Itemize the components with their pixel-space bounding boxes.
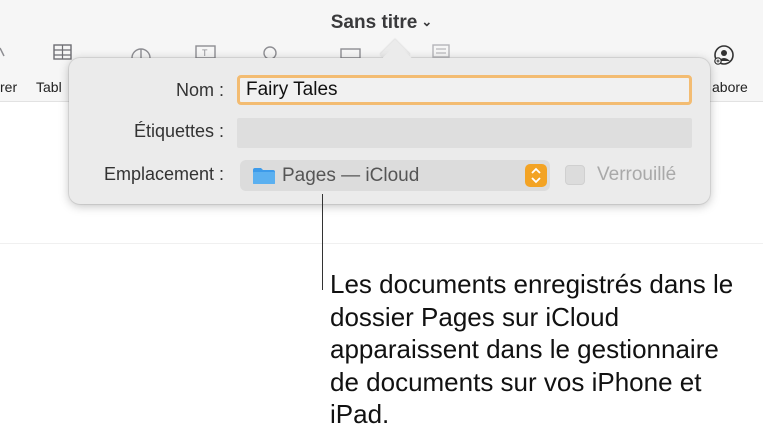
location-label: Emplacement :	[103, 164, 224, 184]
name-field[interactable]: Fairy Tales	[237, 75, 692, 105]
locked-label: Verrouillé	[597, 164, 677, 185]
chart-icon[interactable]	[130, 44, 152, 58]
window-title-text: Sans titre	[330, 12, 418, 33]
location-value: Pages — iCloud	[282, 165, 420, 186]
comment-icon[interactable]	[432, 44, 452, 58]
table-icon[interactable]	[53, 44, 73, 61]
folder-icon	[253, 168, 275, 184]
toolbar-edge-icon	[0, 47, 5, 57]
callout-line	[322, 194, 323, 290]
tags-label: Étiquettes :	[133, 121, 224, 141]
chevron-down-icon: ⌄	[421, 14, 433, 29]
window-title[interactable]: Sans titre ⌄	[0, 12, 763, 34]
shape-icon[interactable]	[262, 44, 284, 58]
toolbar-label-table[interactable]: Tabl	[36, 79, 62, 95]
location-popup-button[interactable]: Pages — iCloud	[240, 160, 550, 191]
collaborate-icon[interactable]	[713, 44, 735, 66]
svg-text:T: T	[202, 48, 208, 58]
stepper-icon	[525, 164, 547, 187]
callout-text: Les documents enregistrés dans le dossie…	[330, 269, 734, 429]
tags-field[interactable]	[237, 118, 692, 148]
toolbar-label-collaborate[interactable]: abore	[712, 79, 748, 95]
toolbar-label-fragment-left[interactable]: rer	[0, 79, 17, 95]
name-label: Nom :	[175, 80, 224, 100]
text-box-icon[interactable]: T	[195, 44, 217, 58]
name-field-value: Fairy Tales	[246, 79, 338, 100]
document-divider	[0, 243, 763, 244]
locked-checkbox[interactable]	[565, 165, 585, 185]
media-icon[interactable]	[340, 44, 362, 58]
